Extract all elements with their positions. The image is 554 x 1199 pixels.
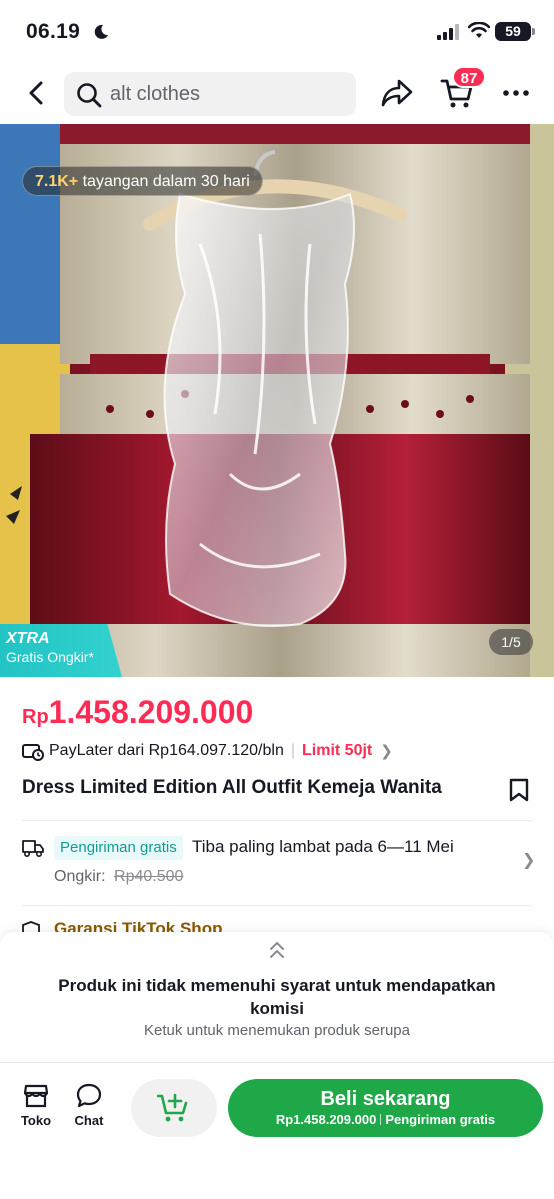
- cart-count-badge: 87: [452, 66, 486, 88]
- paylater-text: PayLater dari Rp164.097.120/bln: [49, 742, 284, 759]
- wifi-icon: [468, 22, 490, 38]
- add-to-cart-button[interactable]: [131, 1079, 217, 1137]
- view-count: 7.1K+: [35, 173, 79, 190]
- free-shipping-badge: Pengiriman gratis: [54, 836, 183, 860]
- top-nav: alt clothes 87: [0, 64, 554, 124]
- chat-button[interactable]: Chat: [67, 1083, 111, 1128]
- status-bar: 06.19 59: [0, 0, 554, 64]
- paylater-row[interactable]: PayLater dari Rp164.097.120/bln | Limit …: [22, 740, 393, 762]
- product-photo: [0, 124, 554, 677]
- chat-label: Chat: [74, 1113, 104, 1128]
- battery-indicator: 59: [495, 22, 531, 41]
- image-counter: 1/5: [489, 629, 533, 655]
- buy-now-button[interactable]: Beli sekarang Rp1.458.209.000 Pengiriman …: [228, 1079, 543, 1137]
- search-icon: [77, 83, 102, 108]
- shop-button[interactable]: Toko: [14, 1083, 58, 1128]
- search-query: alt clothes: [110, 83, 201, 105]
- bookmark-icon[interactable]: [509, 778, 529, 802]
- share-icon[interactable]: [380, 78, 414, 108]
- bottom-action-bar: Toko Chat Beli sekarang Rp1.458.209.000 P…: [0, 1063, 554, 1199]
- chevron-right-icon: ❯: [522, 852, 536, 869]
- divider: [22, 820, 532, 821]
- paylater-icon: [22, 744, 44, 761]
- buy-now-details: Rp1.458.209.000 Pengiriman gratis: [228, 1111, 543, 1129]
- shipping-fee: Ongkir: Rp40.500: [54, 868, 183, 886]
- xtra-text: Gratis Ongkir*: [6, 649, 94, 665]
- buy-now-label: Beli sekarang: [320, 1088, 451, 1110]
- commission-subtext: Ketuk untuk menemukan produk serupa: [144, 1022, 410, 1039]
- signal-icon: [437, 24, 459, 40]
- shipping-fee-label: Ongkir:: [54, 868, 106, 885]
- moon-icon: [94, 24, 108, 39]
- search-bar[interactable]: alt clothes: [64, 72, 356, 116]
- more-options-icon[interactable]: [502, 82, 530, 104]
- chat-icon: [76, 1083, 102, 1108]
- price-currency: Rp: [22, 706, 49, 728]
- view-count-label: tayangan dalam 30 hari: [82, 173, 250, 190]
- delivery-estimate: Tiba paling lambat pada 6—11 Mei: [192, 837, 454, 856]
- chevron-right-icon: ❯: [380, 743, 393, 760]
- shop-icon: [23, 1084, 49, 1108]
- view-count-pill: 7.1K+ tayangan dalam 30 hari: [22, 166, 263, 196]
- divider: [22, 905, 532, 906]
- shipping-fee-original: Rp40.500: [114, 868, 184, 885]
- shop-label: Toko: [20, 1113, 52, 1128]
- product-title: Dress Limited Edition All Outfit Kemeja …: [22, 777, 442, 798]
- product-price: Rp1.458.209.000: [22, 694, 253, 731]
- back-icon[interactable]: [22, 78, 52, 108]
- price-amount: 1.458.209.000: [48, 694, 254, 730]
- commission-message: Produk ini tidak memenuhi syarat untuk m…: [58, 976, 496, 1018]
- status-time: 06.19: [26, 20, 81, 43]
- add-to-cart-icon: [157, 1093, 188, 1122]
- commission-notice-sheet[interactable]: Produk ini tidak memenuhi syarat untuk m…: [0, 932, 554, 1062]
- xtra-free-shipping-badge: XTRA Gratis Ongkir*: [0, 624, 122, 677]
- xtra-title: XTRA: [6, 630, 50, 647]
- paylater-separator: |: [290, 742, 295, 759]
- buy-now-separator: [380, 1114, 382, 1125]
- buy-now-price: Rp1.458.209.000: [275, 1112, 377, 1127]
- product-image-carousel[interactable]: 7.1K+ tayangan dalam 30 hari XTRA Gratis…: [0, 124, 554, 677]
- paylater-limit: Limit 50jt: [302, 742, 373, 759]
- truck-icon: [22, 840, 44, 858]
- chevron-up-icon: [270, 941, 284, 958]
- buy-now-shipping: Pengiriman gratis: [385, 1112, 496, 1127]
- battery-tip: [532, 28, 535, 35]
